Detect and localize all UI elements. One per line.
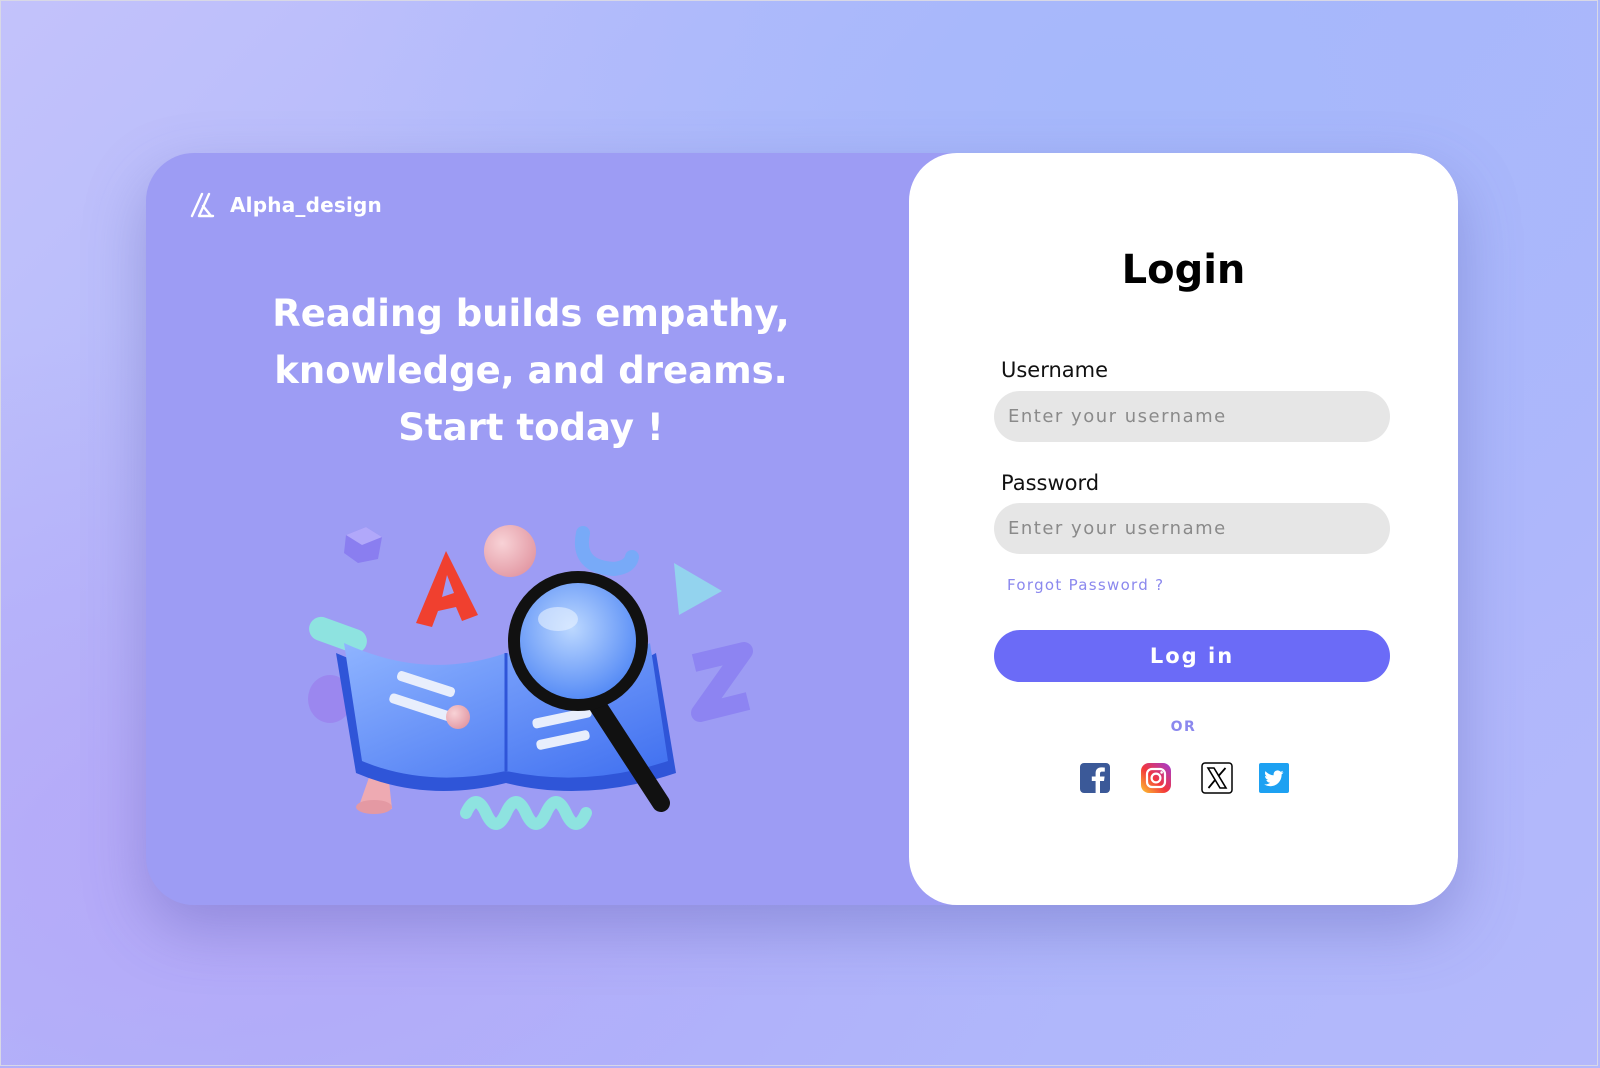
twitter-icon [1259, 763, 1289, 793]
forgot-password-link[interactable]: Forgot Password ? [1007, 576, 1164, 594]
login-card: Alpha_design Reading builds empathy, kno… [146, 153, 1458, 905]
instagram-icon [1141, 763, 1171, 793]
brand-name: Alpha_design [230, 193, 382, 217]
brand: Alpha_design [188, 191, 382, 219]
twitter-button[interactable] [1258, 762, 1290, 794]
alpha-design-logo-icon [190, 192, 215, 218]
password-input[interactable] [994, 503, 1390, 554]
hero-line: Reading builds empathy, [272, 292, 790, 335]
x-button[interactable] [1201, 762, 1233, 794]
login-button[interactable]: Log in [994, 630, 1390, 682]
hero-line: knowledge, and dreams. [274, 349, 788, 392]
login-title: Login [1121, 247, 1246, 293]
username-label: Username [1001, 358, 1109, 382]
facebook-button[interactable] [1079, 762, 1111, 794]
x-icon [1201, 762, 1233, 794]
facebook-icon [1080, 763, 1110, 793]
password-label: Password [1001, 471, 1100, 495]
instagram-button[interactable] [1140, 762, 1172, 794]
login-panel: Login Username Password Forgot Password … [909, 153, 1458, 905]
open-book-magnifier-illustration [308, 525, 753, 830]
hero-headline: Reading builds empathy, knowledge, and d… [146, 285, 916, 456]
or-divider: OR [1170, 719, 1197, 735]
username-input[interactable] [994, 391, 1390, 442]
hero-line: Start today ! [398, 406, 664, 449]
